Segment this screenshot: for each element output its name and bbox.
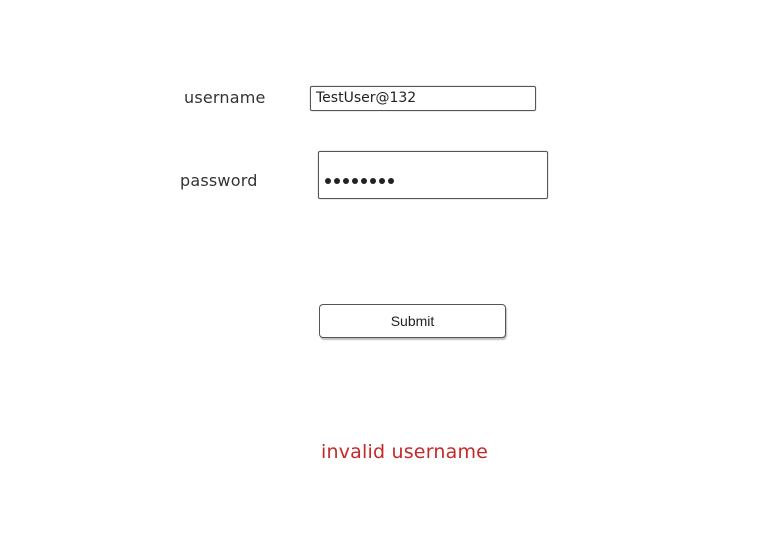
username-input[interactable]: TestUser@132 [310, 86, 536, 111]
password-dot [325, 178, 331, 184]
password-dot [352, 178, 358, 184]
password-dot [370, 178, 376, 184]
error-message: invalid username [321, 441, 489, 463]
login-form: username TestUser@132 password Submit in… [0, 0, 779, 544]
username-label: username [184, 88, 266, 107]
password-dot [343, 178, 349, 184]
password-input[interactable] [318, 151, 548, 199]
password-dot [334, 178, 340, 184]
password-masked-value [325, 173, 397, 189]
password-dot [379, 178, 385, 184]
submit-button[interactable]: Submit [319, 304, 506, 338]
password-dot [388, 178, 394, 184]
password-label: password [180, 171, 258, 190]
password-dot [361, 178, 367, 184]
